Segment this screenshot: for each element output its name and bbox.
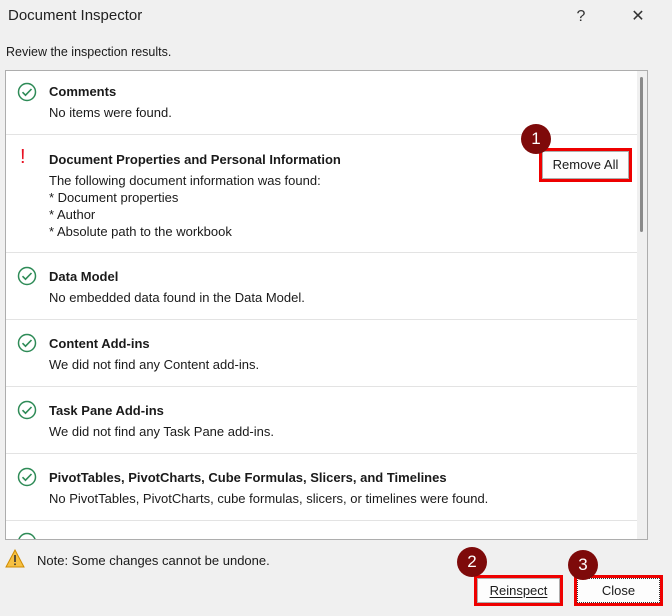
intro-text: Review the inspection results. <box>6 45 172 59</box>
result-title: Content Add-ins <box>49 336 150 351</box>
highlight-close: Close <box>574 575 663 606</box>
result-title: PivotTables, PivotCharts, Cube Formulas,… <box>49 470 447 485</box>
result-title: Comments <box>49 84 117 99</box>
results-list: Comments No items were found. ! Document… <box>5 70 648 540</box>
result-title: Data Model <box>49 269 119 284</box>
result-detail: We did not find any Task Pane add-ins. <box>49 424 274 439</box>
scrollbar-thumb[interactable] <box>640 77 643 232</box>
result-detail: The following document information was f… <box>49 172 321 240</box>
check-circle-icon <box>17 82 37 102</box>
scrollbar[interactable] <box>637 71 647 539</box>
detail-line: * Author <box>49 207 96 222</box>
warning-triangle-icon <box>5 549 25 568</box>
result-title: Document Properties and Personal Informa… <box>49 152 341 167</box>
step-badge-1: 1 <box>521 124 551 154</box>
detail-line: * Document properties <box>49 190 179 205</box>
result-detail: No PivotTables, PivotCharts, cube formul… <box>49 491 489 506</box>
result-detail: No items were found. <box>49 105 172 120</box>
reinspect-button[interactable]: Reinspect <box>477 578 560 603</box>
result-pivottables: PivotTables, PivotCharts, Cube Formulas,… <box>6 454 638 521</box>
check-circle-icon <box>17 400 37 420</box>
detail-line: * Absolute path to the workbook <box>49 224 232 239</box>
help-button[interactable]: ? <box>566 4 596 30</box>
warning-exclamation-icon: ! <box>20 146 26 168</box>
step-badge-3: 3 <box>568 550 598 580</box>
note-text: Note: Some changes cannot be undone. <box>37 553 270 568</box>
result-detail: We did not find any Content add-ins. <box>49 357 260 372</box>
check-circle-icon <box>17 266 37 286</box>
window-close-button[interactable]: ✕ <box>623 4 653 30</box>
dialog-title: Document Inspector <box>8 7 143 24</box>
check-circle-icon <box>18 532 36 539</box>
check-circle-icon <box>17 467 37 487</box>
close-button[interactable]: Close <box>577 578 660 603</box>
check-circle-icon <box>17 333 37 353</box>
highlight-remove-all: Remove All <box>539 148 632 182</box>
detail-line: The following document information was f… <box>49 173 321 188</box>
result-title: Task Pane Add-ins <box>49 403 164 418</box>
highlight-reinspect: Reinspect <box>474 575 563 606</box>
result-detail: No embedded data found in the Data Model… <box>49 290 305 305</box>
result-data-model: Data Model No embedded data found in the… <box>6 253 638 320</box>
result-content-addins: Content Add-ins We did not find any Cont… <box>6 320 638 387</box>
result-task-pane-addins: Task Pane Add-ins We did not find any Ta… <box>6 387 638 454</box>
step-badge-2: 2 <box>457 547 487 577</box>
remove-all-button[interactable]: Remove All <box>542 151 629 179</box>
